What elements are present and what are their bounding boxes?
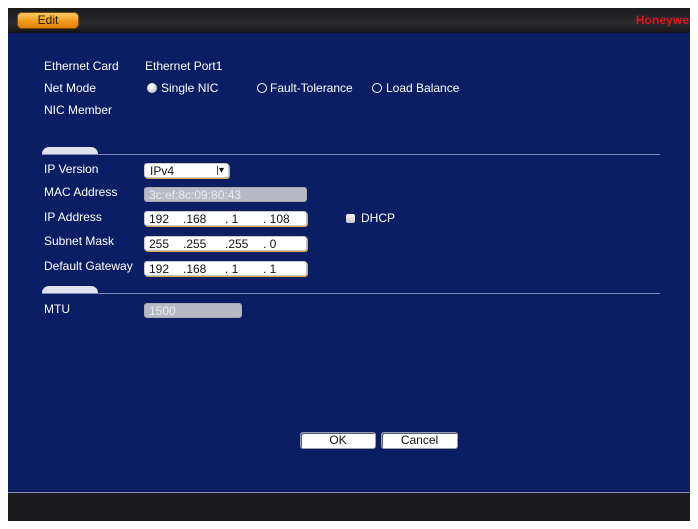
ip-address-label: IP Address <box>44 210 102 224</box>
radio-fault-tolerance-label: Fault-Tolerance <box>270 81 353 95</box>
ip-octet-3[interactable]: . 1 <box>225 212 238 225</box>
status-bar <box>8 493 690 521</box>
mac-address-field: 3c:ef:8c:09:80:43 <box>144 187 307 202</box>
nic-member-label: NIC Member <box>44 103 113 117</box>
ip-octet-2[interactable]: .168 <box>183 212 206 225</box>
subnet-mask-field[interactable]: 255 .255 .255 . 0 <box>144 236 307 251</box>
title-bar: Edit Honeywell <box>8 8 690 33</box>
dhcp-checkbox[interactable] <box>346 214 355 223</box>
mtu-field: 1500 <box>144 303 242 318</box>
ip-version-label: IP Version <box>44 162 99 176</box>
default-gateway-field[interactable]: 192 .168 . 1 . 1 <box>144 261 307 276</box>
gateway-octet-3[interactable]: . 1 <box>225 262 238 275</box>
radio-load-balance[interactable] <box>372 83 382 93</box>
ip-octet-1[interactable]: 192 <box>149 212 169 225</box>
brand-logo: Honeywell <box>635 13 690 27</box>
subnet-octet-3[interactable]: .255 <box>225 237 248 250</box>
subnet-octet-1[interactable]: 255 <box>149 237 169 250</box>
ip-address-field[interactable]: 192 .168 . 1 . 108 <box>144 211 307 226</box>
radio-fault-tolerance[interactable] <box>257 83 267 93</box>
section-tab-mtu <box>42 286 98 293</box>
default-gateway-label: Default Gateway <box>44 259 133 273</box>
section-divider-mtu <box>42 293 660 294</box>
mac-address-label: MAC Address <box>44 185 118 199</box>
radio-single-nic-label: Single NIC <box>161 81 219 95</box>
subnet-octet-4[interactable]: . 0 <box>263 237 276 250</box>
cancel-button[interactable]: Cancel <box>381 432 458 449</box>
ok-button[interactable]: OK <box>300 432 376 449</box>
dropdown-caret-icon: |▾ <box>216 165 224 176</box>
ethernet-card-label: Ethernet Card <box>44 59 119 73</box>
ip-version-select[interactable]: IPv4 |▾ <box>144 163 229 178</box>
net-mode-label: Net Mode <box>44 81 97 95</box>
subnet-octet-2[interactable]: .255 <box>183 237 206 250</box>
radio-load-balance-label: Load Balance <box>386 81 460 95</box>
gateway-octet-4[interactable]: . 1 <box>263 262 276 275</box>
ip-octet-4[interactable]: . 108 <box>263 212 290 225</box>
network-settings-window: Edit Honeywell Ethernet Card Ethernet Po… <box>8 8 690 521</box>
dhcp-label: DHCP <box>361 211 396 225</box>
radio-single-nic[interactable] <box>147 83 157 93</box>
gateway-octet-2[interactable]: .168 <box>183 262 206 275</box>
subnet-mask-label: Subnet Mask <box>44 234 115 248</box>
ethernet-card-value: Ethernet Port1 <box>145 59 223 73</box>
gateway-octet-1[interactable]: 192 <box>149 262 169 275</box>
ip-version-value: IPv4 <box>150 164 175 178</box>
tab-edit[interactable]: Edit <box>17 12 79 29</box>
section-tab-ip <box>42 147 98 154</box>
mtu-label: MTU <box>44 302 70 316</box>
section-divider-ip <box>42 154 660 155</box>
